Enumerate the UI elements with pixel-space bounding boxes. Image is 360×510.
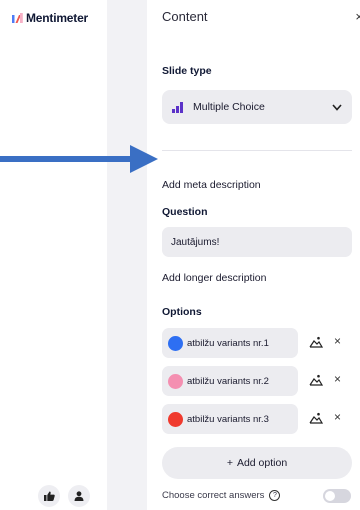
option-text: atbilžu variants nr.1 xyxy=(187,337,269,349)
slide-type-label: Slide type xyxy=(162,65,212,77)
help-icon[interactable]: ? xyxy=(269,490,281,501)
add-longer-description-link[interactable]: Add longer description xyxy=(162,272,266,284)
footer-icons xyxy=(38,485,90,507)
question-input[interactable]: Jautājums! xyxy=(162,227,352,257)
option-text: atbilžu variants nr.3 xyxy=(187,413,269,425)
add-image-icon[interactable] xyxy=(309,374,323,386)
section-divider xyxy=(162,150,352,151)
option-row: atbilžu variants nr.3 × xyxy=(162,404,352,434)
add-option-label: Add option xyxy=(236,457,288,469)
choose-correct-answers-label: Choose correct answers xyxy=(162,490,265,501)
correct-answers-toggle[interactable] xyxy=(323,489,351,503)
question-label: Question xyxy=(162,206,208,218)
slide-type-select[interactable]: Multiple Choice xyxy=(162,90,352,124)
thumbs-up-button[interactable] xyxy=(38,485,60,507)
slide-type-value: Multiple Choice xyxy=(193,101,265,113)
user-icon xyxy=(74,491,84,501)
options-label: Options xyxy=(162,306,202,318)
add-image-icon[interactable] xyxy=(309,336,323,348)
option-color-dot[interactable] xyxy=(168,373,183,389)
left-sidebar: Mentimeter xyxy=(0,0,107,510)
chevron-down-icon xyxy=(332,103,342,111)
option-color-dot[interactable] xyxy=(168,335,183,351)
remove-option-button[interactable]: × xyxy=(334,334,341,348)
option-text: atbilžu variants nr.2 xyxy=(187,375,269,387)
profile-button[interactable] xyxy=(68,485,90,507)
add-meta-description-link[interactable]: Add meta description xyxy=(162,179,261,191)
option-row: atbilžu variants nr.1 × xyxy=(162,328,352,358)
remove-option-button[interactable]: × xyxy=(334,410,341,424)
option-row: atbilžu variants nr.2 × xyxy=(162,366,352,396)
canvas-strip xyxy=(107,0,147,510)
toggle-knob xyxy=(325,491,335,501)
add-image-icon[interactable] xyxy=(309,412,323,424)
panel-title: Content xyxy=(162,9,208,24)
remove-option-button[interactable]: × xyxy=(334,372,341,386)
content-panel: Content × Slide type Multiple Choice Add… xyxy=(147,0,360,510)
plus-icon: + xyxy=(226,457,233,469)
option-input[interactable]: atbilžu variants nr.3 xyxy=(162,404,298,434)
choose-correct-answers-row: Choose correct answers ? xyxy=(162,489,357,503)
close-panel-button[interactable]: × xyxy=(355,9,360,24)
option-color-dot[interactable] xyxy=(168,411,183,427)
mentimeter-logo-icon xyxy=(12,13,23,23)
annotation-arrow-icon xyxy=(0,145,158,173)
brand-name: Mentimeter xyxy=(26,11,89,25)
mentimeter-logo[interactable]: Mentimeter xyxy=(12,11,88,25)
option-input[interactable]: atbilžu variants nr.2 xyxy=(162,366,298,396)
thumbs-up-icon xyxy=(43,491,55,501)
bar-chart-icon xyxy=(172,101,183,113)
add-option-button[interactable]: + Add option xyxy=(162,447,352,479)
option-input[interactable]: atbilžu variants nr.1 xyxy=(162,328,298,358)
